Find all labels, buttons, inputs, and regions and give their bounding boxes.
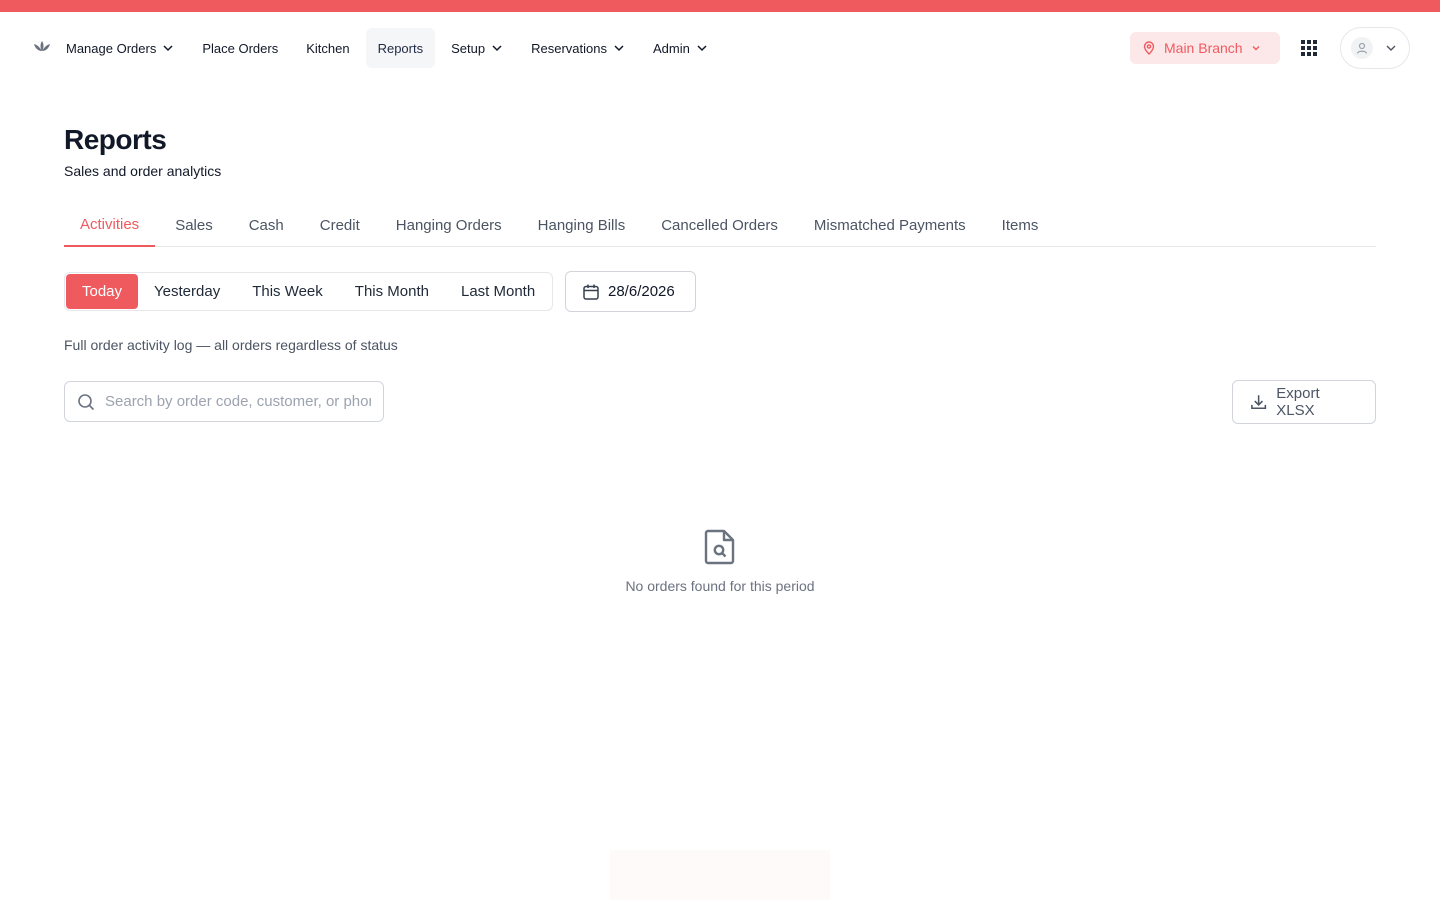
chevron-down-icon	[492, 45, 502, 52]
period-option-this-month[interactable]: This Month	[339, 274, 445, 309]
download-icon	[1251, 395, 1267, 410]
chevron-down-icon	[163, 45, 173, 52]
chevron-down-icon	[1252, 46, 1260, 51]
empty-state-message: No orders found for this period	[625, 578, 815, 594]
tab-mismatched-payments[interactable]: Mismatched Payments	[798, 204, 982, 247]
period-option-today[interactable]: Today	[66, 274, 139, 309]
nav-item-label: Reservations	[531, 40, 607, 56]
tab-cash[interactable]: Cash	[233, 204, 300, 247]
tab-items[interactable]: Items	[986, 204, 1055, 247]
lotus-logo-icon[interactable]	[32, 39, 52, 53]
user-avatar-icon	[1356, 42, 1368, 54]
report-description: Full order activity log — all orders reg…	[64, 337, 398, 353]
map-pin-icon	[1143, 41, 1155, 55]
nav-item-reports[interactable]: Reports	[365, 28, 436, 68]
search-input[interactable]	[105, 393, 371, 410]
nav-item-label: Reports	[377, 40, 424, 56]
tab-hanging-bills[interactable]: Hanging Bills	[522, 204, 642, 247]
chevron-down-icon	[1386, 45, 1396, 51]
selected-date: 28/6/2026	[608, 283, 675, 300]
nav-item-place-orders[interactable]: Place Orders	[190, 28, 290, 68]
tab-cancelled-orders[interactable]: Cancelled Orders	[645, 204, 794, 247]
nav-menu: Manage Orders Place Orders Kitchen Reports S…	[54, 28, 724, 68]
chevron-down-icon	[697, 45, 707, 52]
nav-item-label: Kitchen	[306, 40, 350, 56]
date-picker-button[interactable]: 28/6/2026	[565, 271, 696, 312]
file-search-icon	[704, 529, 735, 565]
chevron-down-icon	[614, 45, 624, 52]
nav-item-label: Place Orders	[202, 40, 279, 56]
period-option-yesterday[interactable]: Yesterday	[138, 274, 236, 309]
nav-item-reservations[interactable]: Reservations	[519, 28, 637, 68]
grid-apps-icon[interactable]	[1300, 39, 1318, 57]
user-menu-button[interactable]	[1340, 27, 1410, 69]
period-option-last-month[interactable]: Last Month	[445, 274, 551, 309]
export-label: Export XLSX	[1276, 385, 1320, 419]
branch-selector-button[interactable]: Main Branch	[1130, 32, 1280, 64]
tab-activities[interactable]: Activities	[64, 204, 156, 247]
faint-toast-area	[610, 850, 830, 900]
nav-item-label: Admin	[652, 40, 690, 56]
nav-item-kitchen[interactable]: Kitchen	[294, 28, 361, 68]
tab-hanging-orders[interactable]: Hanging Orders	[380, 204, 518, 247]
search-icon	[78, 393, 95, 410]
nav-item-manage-orders[interactable]: Manage Orders	[54, 28, 186, 68]
avatar	[1351, 37, 1373, 59]
nav-item-label: Manage Orders	[66, 40, 157, 56]
top-accent-strip	[0, 0, 1440, 12]
export-xlsx-button[interactable]: Export XLSX	[1232, 380, 1376, 424]
search-box	[64, 381, 384, 422]
nav-item-label: Setup	[451, 40, 486, 56]
nav-item-admin[interactable]: Admin	[641, 28, 720, 68]
page-title: Reports	[64, 124, 167, 155]
report-tabs: Activities Sales Cash Credit Hanging Orders H…	[64, 204, 1376, 247]
tab-sales[interactable]: Sales	[159, 204, 229, 247]
branch-label: Main Branch	[1164, 40, 1243, 56]
nav-item-setup[interactable]: Setup	[439, 28, 515, 68]
tab-credit[interactable]: Credit	[304, 204, 376, 247]
calendar-icon	[583, 284, 599, 300]
period-option-this-week[interactable]: This Week	[236, 274, 339, 309]
period-selector: Today Yesterday This Week This Month Last Mo…	[64, 272, 554, 311]
page-subtitle: Sales and order analytics	[64, 163, 222, 179]
top-navigation: Manage Orders Place Orders Kitchen Reports S…	[0, 12, 1440, 84]
